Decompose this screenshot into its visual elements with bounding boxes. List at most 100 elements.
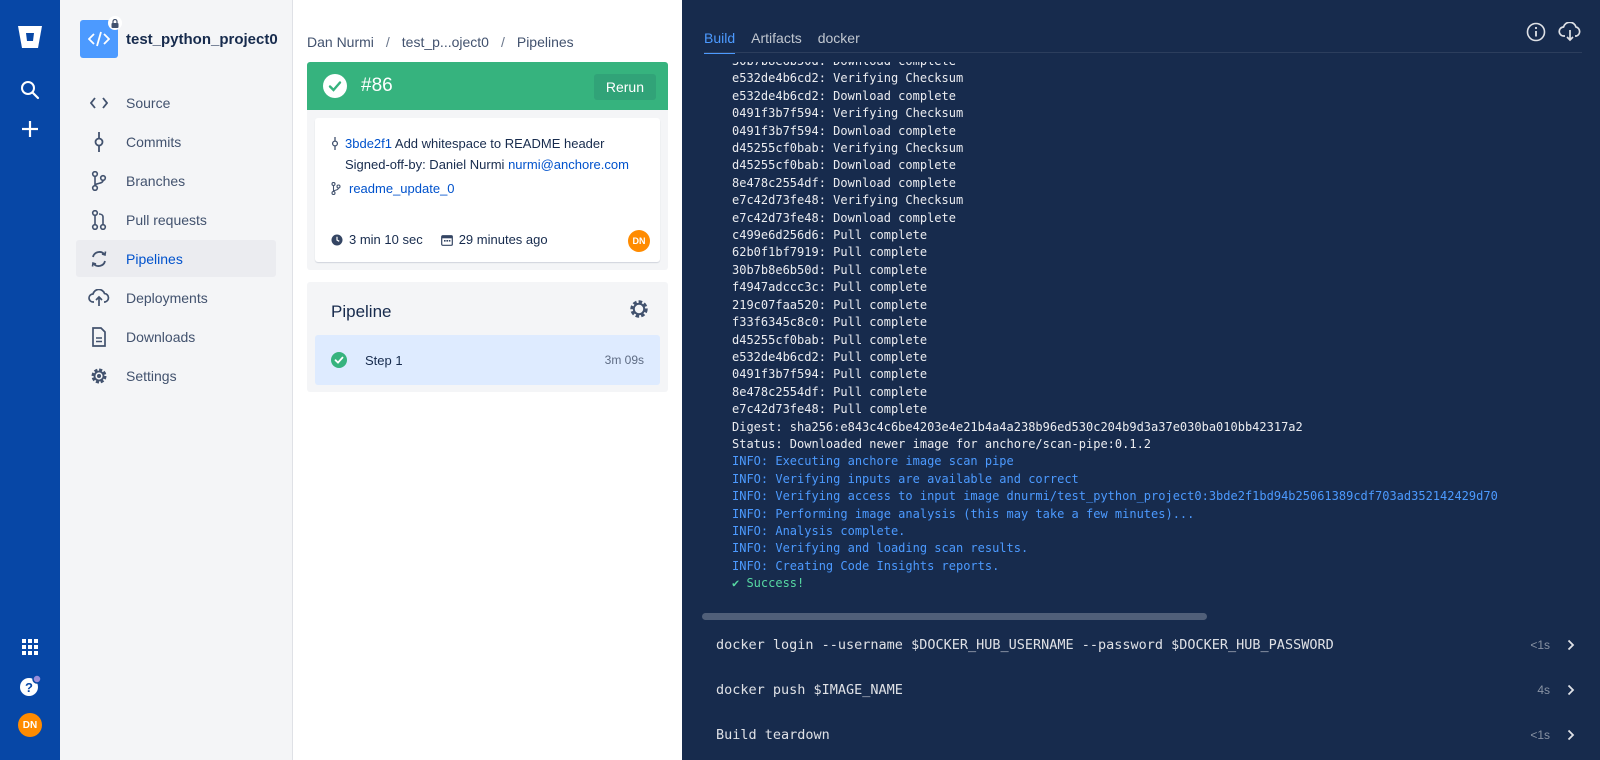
build-duration: 3 min 10 sec (349, 232, 423, 247)
lock-icon (108, 16, 122, 30)
duration-meta: 3 min 10 sec (331, 232, 423, 247)
breadcrumb-item-owner[interactable]: Dan Nurmi (307, 34, 374, 50)
command-text: docker login --username $DOCKER_HUB_USER… (716, 636, 1334, 653)
tab-artifacts[interactable]: Artifacts (751, 30, 802, 54)
chevron-right-icon (1564, 638, 1578, 652)
sidebar-item-label: Branches (126, 172, 186, 189)
sidebar-item-source[interactable]: Source (76, 84, 276, 121)
download-cloud-icon[interactable] (1558, 20, 1582, 44)
step-duration: 3m 09s (604, 353, 644, 367)
log-command-row[interactable]: docker push $IMAGE_NAME 4s (682, 667, 1600, 712)
sidebar-item-pull-requests[interactable]: Pull requests (76, 201, 276, 238)
log-line: 30b7b8e6b50d: Pull complete (732, 262, 928, 277)
command-duration: <1s (1530, 727, 1550, 742)
sidebar-item-label: Source (126, 94, 171, 111)
chevron-right-icon (1564, 683, 1578, 697)
commit-hash-link[interactable]: 3bde2f1 (345, 136, 392, 151)
breadcrumb-item-repo[interactable]: test_p...oject0 (402, 34, 489, 50)
project-header[interactable]: test_python_project0 (80, 16, 278, 58)
branch-link[interactable]: readme_update_0 (349, 181, 455, 196)
log-output: 30b7b8e6b50d: Download complete e532de4b6… (732, 62, 1582, 602)
project-name: test_python_project0 (126, 30, 278, 48)
sidebar-item-downloads[interactable]: Downloads (76, 318, 276, 355)
commit-signoff: Signed-off-by: Daniel Nurmi (345, 157, 505, 172)
tab-build[interactable]: Build (704, 30, 736, 54)
log-line: 62b0f1bf7919: Pull complete (732, 245, 928, 260)
sidebar-item-label: Pipelines (126, 250, 183, 267)
log-command-row[interactable]: docker login --username $DOCKER_HUB_USER… (682, 622, 1600, 667)
bitbucket-logo-icon[interactable] (15, 22, 45, 52)
log-line: f33f6345c8c0: Pull complete (732, 315, 928, 330)
command-duration: 4s (1537, 682, 1550, 697)
create-plus-icon[interactable] (15, 114, 45, 144)
log-line: e7c42d73fe48: Pull complete (732, 402, 928, 417)
log-line: e532de4b6cd2: Download complete (732, 88, 956, 103)
branch-icon (331, 182, 349, 195)
log-line: INFO: Verifying inputs are available and… (732, 471, 1079, 486)
project-sidebar: test_python_project0 Source Commits Bran… (60, 0, 293, 760)
clock-icon (331, 234, 343, 245)
log-line: Status: Downloaded newer image for ancho… (732, 436, 1152, 451)
sidebar-item-label: Pull requests (126, 211, 207, 228)
breadcrumb-item-pipelines[interactable]: Pipelines (517, 34, 574, 50)
run-status-bar: #86 Rerun (307, 62, 668, 110)
log-line: 8e478c2554df: Pull complete (732, 384, 928, 399)
help-icon[interactable]: ? (15, 671, 45, 701)
pipeline-steps-panel: Pipeline Step 1 3m 09s (307, 282, 668, 392)
log-line: INFO: Analysis complete. (732, 523, 906, 538)
project-code-icon (80, 16, 122, 58)
info-icon[interactable] (1524, 20, 1548, 44)
build-log-panel: Build Artifacts docker 30b7b8e6b50d: Dow… (682, 0, 1600, 760)
log-line: Digest: sha256:e843c4c6be4203e4e21b4a4a2… (732, 419, 1303, 434)
log-tabs: Build Artifacts docker (704, 30, 876, 54)
step-name: Step 1 (365, 352, 403, 368)
log-line: 219c07faa520: Pull complete (732, 297, 928, 312)
time-meta: 29 minutes ago (440, 232, 548, 247)
search-icon[interactable] (15, 75, 45, 105)
commit-message: Add whitespace to README header (394, 136, 605, 151)
pull-request-icon (88, 209, 110, 231)
calendar-icon (440, 234, 453, 246)
downloads-icon (88, 326, 110, 348)
log-line: INFO: Executing anchore image scan pipe (732, 454, 1014, 469)
tab-docker[interactable]: docker (818, 30, 860, 54)
sidebar-item-settings[interactable]: Settings (76, 357, 276, 394)
app-switcher-icon[interactable] (15, 632, 45, 662)
log-line: 0491f3b7f594: Download complete (732, 123, 956, 138)
sidebar-item-pipelines[interactable]: Pipelines (76, 240, 276, 277)
commit-signoff-email-link[interactable]: nurmi@anchore.com (508, 157, 629, 172)
horizontal-scrollbar[interactable] (702, 613, 1207, 620)
log-line: e7c42d73fe48: Verifying Checksum (732, 193, 964, 208)
log-toolbar (1514, 20, 1582, 44)
log-line: 0491f3b7f594: Pull complete (732, 367, 928, 382)
build-time-ago: 29 minutes ago (458, 232, 548, 247)
sidebar-item-branches[interactable]: Branches (76, 162, 276, 199)
gear-icon[interactable] (628, 298, 650, 320)
branch-icon (88, 170, 110, 192)
sidebar-item-label: Deployments (126, 289, 208, 306)
log-line: e532de4b6cd2: Pull complete (732, 349, 928, 364)
pipeline-title: Pipeline (331, 302, 392, 321)
user-avatar[interactable]: DN (18, 713, 42, 737)
log-line: INFO: Verifying and loading scan results… (732, 541, 1029, 556)
commit-icon (88, 131, 110, 153)
breadcrumb: Dan Nurmi / test_p...oject0 / Pipelines (307, 34, 574, 50)
log-line: 8e478c2554df: Download complete (732, 175, 956, 190)
commit-branch: readme_update_0 (331, 181, 455, 196)
log-line: 30b7b8e6b50d: Download complete (732, 62, 1582, 70)
author-avatar[interactable]: DN (628, 230, 650, 252)
log-line: INFO: Creating Code Insights reports. (732, 558, 1000, 573)
commit-meta: 3 min 10 sec 29 minutes ago (331, 232, 566, 247)
log-line: ✔ Success! (732, 576, 805, 591)
sidebar-item-commits[interactable]: Commits (76, 123, 276, 160)
sidebar-item-label: Commits (126, 133, 182, 150)
commit-icon (331, 136, 345, 155)
settings-icon (88, 365, 110, 387)
pipeline-detail-column: Dan Nurmi / test_p...oject0 / Pipelines … (293, 0, 682, 760)
command-text: Build teardown (716, 726, 830, 743)
pipeline-step[interactable]: Step 1 3m 09s (315, 335, 660, 385)
sidebar-item-deployments[interactable]: Deployments (76, 279, 276, 316)
breadcrumb-separator: / (385, 34, 390, 50)
rerun-button[interactable]: Rerun (593, 74, 656, 100)
log-command-row[interactable]: Build teardown <1s (682, 712, 1600, 757)
